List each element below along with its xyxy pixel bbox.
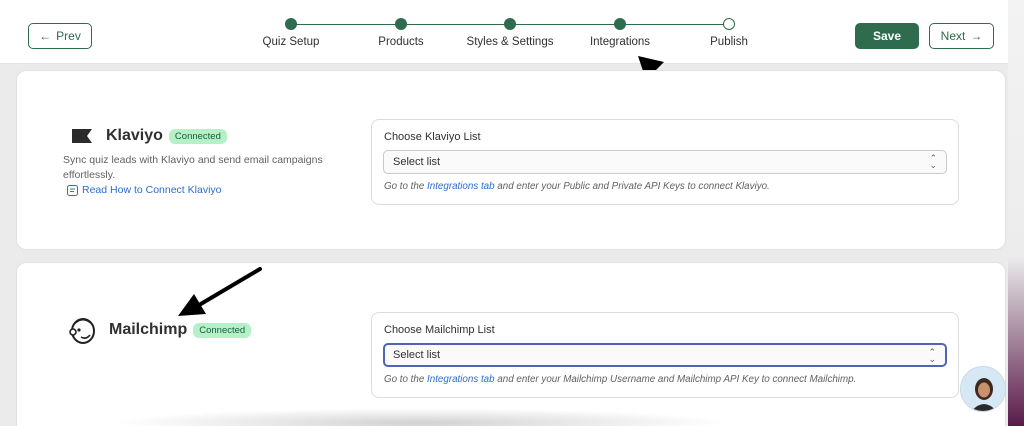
select-chevron-icon: ⌃ ⌄ — [928, 347, 936, 364]
klaviyo-integration-card: Klaviyo Connected Sync quiz leads with K… — [16, 70, 1006, 250]
klaviyo-help-post: and enter your Public and Private API Ke… — [494, 181, 770, 192]
top-navigation-bar: ← Prev Quiz Setup Products Styles & Sett… — [0, 0, 1008, 64]
next-button-label: Next — [940, 29, 966, 43]
klaviyo-title: Klaviyo — [106, 127, 163, 144]
mailchimp-list-label: Choose Mailchimp List — [384, 324, 495, 336]
klaviyo-help-link-text[interactable]: Read How to Connect Klaviyo — [82, 184, 222, 196]
document-icon — [67, 184, 78, 196]
step-label-publish[interactable]: Publish — [710, 36, 748, 48]
mailchimp-help-post: and enter your Mailchimp Username and Ma… — [494, 374, 857, 385]
klaviyo-brand: Klaviyo Connected — [72, 127, 227, 145]
klaviyo-list-label: Choose Klaviyo List — [384, 131, 481, 143]
mailchimp-integration-card: Mailchimp Connected Choose Mailchimp Lis… — [16, 262, 1006, 426]
mailchimp-list-panel: Choose Mailchimp List Select list ⌃ ⌄ Go … — [371, 312, 959, 398]
klaviyo-help-text: Go to the Integrations tab and enter you… — [384, 181, 770, 192]
arrow-right-icon: → — [970, 29, 983, 43]
klaviyo-integrations-tab-link[interactable]: Integrations tab — [427, 181, 495, 192]
step-dot-quiz-setup[interactable] — [285, 18, 297, 30]
save-button[interactable]: Save — [855, 23, 919, 49]
step-label-styles-settings[interactable]: Styles & Settings — [467, 36, 554, 48]
step-dot-integrations[interactable] — [614, 18, 626, 30]
dropdown-shadow — [110, 408, 730, 426]
klaviyo-list-select-value: Select list — [393, 156, 441, 168]
next-button[interactable]: Next → — [929, 23, 994, 49]
chat-support-avatar[interactable] — [960, 366, 1006, 412]
arrow-left-icon: ← — [39, 29, 52, 43]
klaviyo-description: Sync quiz leads with Klaviyo and send em… — [63, 154, 323, 181]
step-label-products[interactable]: Products — [378, 36, 423, 48]
mailchimp-help-text: Go to the Integrations tab and enter you… — [384, 374, 856, 385]
klaviyo-list-panel: Choose Klaviyo List Select list ⌃ ⌄ Go to… — [371, 119, 959, 205]
step-dot-products[interactable] — [395, 18, 407, 30]
prev-button[interactable]: ← Prev — [28, 23, 92, 49]
mailchimp-integrations-tab-link[interactable]: Integrations tab — [427, 374, 495, 385]
klaviyo-help-link[interactable]: Read How to Connect Klaviyo — [67, 184, 222, 196]
mailchimp-list-select-value: Select list — [393, 349, 441, 361]
step-dot-publish[interactable] — [723, 18, 735, 30]
page-edge-strip — [1008, 0, 1024, 426]
select-chevron-icon: ⌃ ⌄ — [929, 153, 937, 170]
mailchimp-logo-icon — [69, 318, 95, 344]
person-avatar-icon — [961, 367, 1005, 411]
step-label-integrations[interactable]: Integrations — [590, 36, 650, 48]
annotation-arrow-icon — [178, 267, 262, 316]
mailchimp-status-badge: Connected — [193, 322, 252, 338]
klaviyo-help-pre: Go to the — [384, 181, 428, 192]
klaviyo-list-select[interactable]: Select list ⌃ ⌄ — [383, 150, 947, 174]
step-label-quiz-setup[interactable]: Quiz Setup — [263, 36, 320, 48]
step-dot-styles-settings[interactable] — [504, 18, 516, 30]
mailchimp-list-select[interactable]: Select list ⌃ ⌄ — [383, 343, 947, 367]
klaviyo-flag-icon — [72, 129, 92, 143]
klaviyo-status-badge: Connected — [168, 128, 227, 144]
prev-button-label: Prev — [56, 29, 81, 43]
mailchimp-help-pre: Go to the — [384, 374, 428, 385]
mailchimp-title: Mailchimp — [109, 321, 188, 338]
